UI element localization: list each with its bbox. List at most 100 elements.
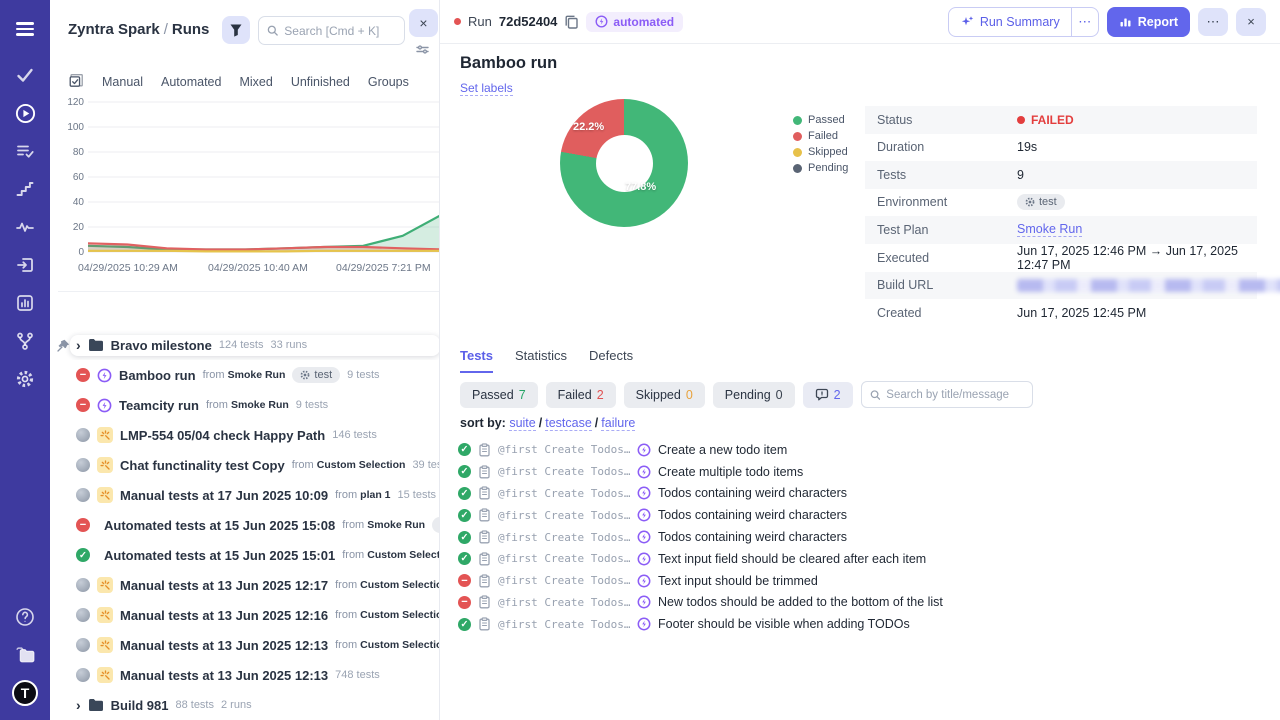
run-from: from Custom Selection (342, 549, 440, 561)
set-labels-link[interactable]: Set labels (460, 81, 513, 96)
legend-dot (793, 116, 802, 125)
detail-label: Created (877, 306, 1017, 320)
detail-label: Tests (877, 168, 1017, 182)
test-row[interactable]: @first Create Todos… Footer should be vi… (458, 613, 1258, 635)
automated-badge[interactable]: automated (586, 12, 683, 32)
detail-tab[interactable]: Defects (589, 348, 633, 373)
run-list-item[interactable]: Manual tests at 13 Jun 2025 12:13 748 te… (56, 660, 440, 690)
run-list-item[interactable]: Bamboo run from Smoke Run test 9 tests (56, 360, 440, 390)
filter-settings-icon[interactable] (416, 41, 429, 59)
run-summary-button[interactable]: Run Summary (949, 8, 1071, 36)
help-icon[interactable] (0, 598, 50, 636)
tests-search-input[interactable] (886, 389, 1023, 401)
play-circle-icon[interactable] (0, 94, 50, 132)
filter-pill[interactable]: Passed 7 (460, 382, 538, 408)
run-list-item[interactable]: Automated tests at 15 Jun 2025 15:01 fro… (56, 540, 440, 570)
more-actions-button[interactable]: ⋯ (1198, 8, 1228, 36)
check-icon[interactable] (0, 56, 50, 94)
detail-row: Status FAILED (865, 106, 1257, 134)
test-status-icon (458, 487, 471, 500)
gear-icon[interactable] (0, 360, 50, 398)
analytics-icon[interactable] (0, 284, 50, 322)
run-list-item[interactable]: Manual tests at 13 Jun 2025 12:13 from C… (56, 630, 440, 660)
automated-icon (637, 486, 651, 500)
copy-run-id-button[interactable] (564, 14, 579, 29)
test-row[interactable]: @first Create Todos… Todos containing we… (458, 504, 1258, 526)
projects-folder-icon[interactable] (0, 636, 50, 674)
import-icon[interactable] (0, 246, 50, 284)
hamburger-menu-icon[interactable] (0, 10, 50, 48)
automated-icon (637, 595, 651, 609)
run-tests-count: 88 tests (175, 699, 214, 711)
run-tests-count: 9 tests (347, 369, 379, 381)
automated-icon (637, 530, 651, 544)
run-type-tab[interactable]: Unfinished (291, 75, 350, 89)
report-button[interactable]: Report (1107, 7, 1190, 37)
test-row[interactable]: @first Create Todos… Todos containing we… (458, 526, 1258, 548)
panel-close-button[interactable]: × (409, 9, 438, 37)
test-row[interactable]: @first Create Todos… Todos containing we… (458, 483, 1258, 505)
run-from: from Smoke Run (203, 369, 286, 381)
steps-icon[interactable] (0, 170, 50, 208)
test-row[interactable]: @first Create Todos… Text input should b… (458, 570, 1258, 592)
filter-pill[interactable]: Skipped 0 (624, 382, 705, 408)
branch-icon[interactable] (0, 322, 50, 360)
automated-icon (637, 617, 651, 631)
detail-row: Environment test (865, 189, 1257, 217)
filter-pill[interactable]: Failed 2 (546, 382, 616, 408)
run-type-tab[interactable]: Groups (368, 75, 409, 89)
failed-dot-icon (1017, 116, 1025, 124)
test-row[interactable]: @first Create Todos… Create a new todo i… (458, 439, 1258, 461)
automated-run-icon (97, 398, 112, 413)
run-list-item[interactable]: › Bravo milestone 124 tests 33 runs (56, 330, 440, 360)
filter-pill[interactable]: Pending 0 (713, 382, 795, 408)
clipboard-icon (478, 465, 491, 479)
test-row[interactable]: @first Create Todos… Create multiple tod… (458, 461, 1258, 483)
detail-row: Executed Jun 17, 2025 12:46 PM → Jun 17,… (865, 244, 1257, 272)
run-type-tab[interactable]: Mixed (239, 75, 272, 89)
legend-label: Skipped (808, 146, 848, 158)
run-name: Automated tests at 15 Jun 2025 15:01 (104, 548, 335, 563)
run-list-item[interactable]: LMP-554 05/04 check Happy Path 146 tests (56, 420, 440, 450)
run-list-item[interactable]: Chat functinality test Copy from Custom … (56, 450, 440, 480)
select-all-icon[interactable] (68, 72, 84, 91)
run-list-item[interactable]: Teamcity run from Smoke Run 9 tests (56, 390, 440, 420)
sort-option-link[interactable]: testcase (545, 416, 592, 431)
run-list-item[interactable]: Automated tests at 15 Jun 2025 15:08 fro… (56, 510, 440, 540)
sort-option-link[interactable]: failure (601, 416, 635, 431)
runs-search-input[interactable] (284, 24, 396, 38)
run-type-tab[interactable]: Manual (102, 75, 143, 89)
sort-option-link[interactable]: suite (509, 416, 535, 431)
test-suite: @first Create Todos… (498, 465, 630, 478)
test-title: Create a new todo item (658, 443, 787, 457)
activity-pulse-icon[interactable] (0, 208, 50, 246)
comments-filter-pill[interactable]: 2 (803, 382, 853, 408)
run-plan-name: Custom Selection (367, 549, 440, 561)
run-name: Chat functinality test Copy (120, 458, 285, 473)
test-suite: @first Create Todos… (498, 443, 630, 456)
run-name: LMP-554 05/04 check Happy Path (120, 428, 325, 443)
detail-tab[interactable]: Tests (460, 348, 493, 373)
test-row[interactable]: @first Create Todos… New todos should be… (458, 592, 1258, 614)
list-check-icon[interactable] (0, 132, 50, 170)
run-type-tab[interactable]: Automated (161, 75, 221, 89)
run-list-item[interactable]: › Build 981 88 tests 2 runs (56, 690, 440, 720)
environment-badge[interactable]: test (1017, 194, 1065, 210)
legend-dot (793, 148, 802, 157)
close-run-button[interactable]: × (1236, 8, 1266, 36)
detail-tab[interactable]: Statistics (515, 348, 567, 373)
run-list-item[interactable]: Manual tests at 13 Jun 2025 12:17 from C… (56, 570, 440, 600)
test-plan-link[interactable]: Smoke Run (1017, 222, 1082, 237)
breadcrumb-project[interactable]: Zyntra Spark (68, 21, 160, 38)
redacted-build-url[interactable] (1017, 279, 1280, 292)
run-list-item[interactable]: Manual tests at 13 Jun 2025 12:16 from C… (56, 600, 440, 630)
test-row[interactable]: @first Create Todos… Text input field sh… (458, 548, 1258, 570)
app-logo[interactable]: T (0, 674, 50, 712)
manual-run-icon (97, 577, 113, 593)
run-summary-more-button[interactable]: ⋯ (1071, 8, 1098, 36)
filter-button[interactable] (222, 16, 250, 44)
run-runs-count: 2 runs (221, 699, 252, 711)
run-list-item[interactable]: Manual tests at 17 Jun 2025 10:09 from p… (56, 480, 440, 510)
logo-letter: T (12, 680, 38, 706)
run-detail-panel: Run 72d52404 automated Run Summary ⋯ (440, 0, 1280, 720)
